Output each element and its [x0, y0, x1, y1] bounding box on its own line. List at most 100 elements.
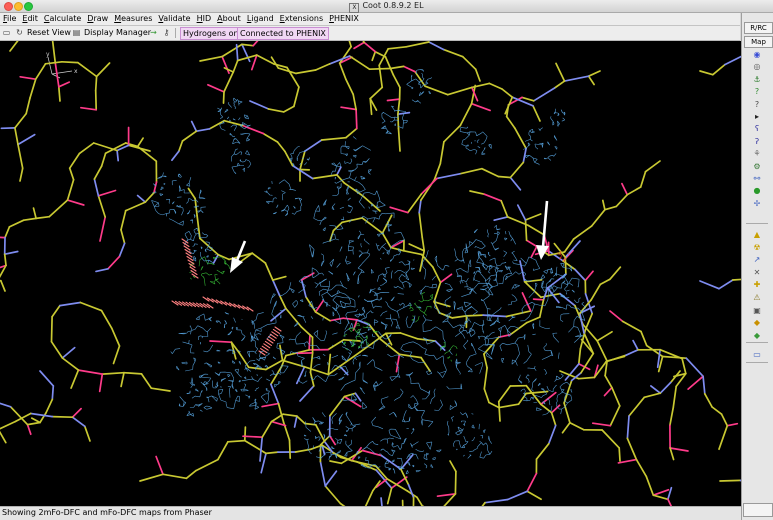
mesh-lines: [446, 412, 493, 459]
molecule-scene[interactable]: y x: [0, 41, 741, 506]
bond: [590, 283, 602, 301]
graphics-viewport[interactable]: y x: [0, 41, 741, 506]
toolbar-scroll-button[interactable]: [743, 503, 773, 517]
bond: [661, 355, 688, 360]
mesh-lines: [523, 127, 558, 166]
bond: [497, 175, 512, 179]
bond: [650, 385, 662, 395]
bond: [208, 119, 226, 130]
side-chain-icon[interactable]: ʕ: [752, 124, 762, 133]
bond: [526, 472, 538, 493]
bond: [249, 100, 270, 110]
add-alt-conf-icon[interactable]: ✚: [752, 280, 762, 289]
bond: [380, 497, 383, 506]
bond: [35, 215, 51, 220]
key-icon[interactable]: ⚷: [162, 28, 171, 37]
bond: [718, 424, 729, 451]
bond: [61, 60, 79, 64]
bond: [355, 108, 358, 130]
bond: [497, 385, 512, 403]
crosshair-icon[interactable]: ✕: [752, 268, 762, 277]
flip-peptide-icon[interactable]: ▸: [752, 112, 762, 121]
bond: [572, 225, 593, 240]
bond: [262, 132, 279, 143]
bond: [599, 278, 611, 286]
density-blob-2fofc: [550, 108, 566, 127]
auto-fit-rotamer-icon[interactable]: ?: [752, 100, 762, 109]
ligand-tools-icon[interactable]: ⇝: [149, 28, 158, 37]
regularize-icon[interactable]: ◎: [752, 62, 762, 71]
rotamer-icon[interactable]: ?: [752, 87, 762, 96]
bond: [639, 170, 647, 188]
redo-icon[interactable]: ◆: [752, 331, 762, 340]
bond: [516, 204, 527, 221]
refine-icon[interactable]: ◉: [752, 50, 762, 59]
bond: [505, 115, 516, 129]
measure-distance-icon[interactable]: ↗: [752, 255, 762, 264]
mesh-lines: [330, 136, 372, 195]
mesh-lines: [409, 292, 434, 323]
menu-measures[interactable]: Measures: [111, 13, 155, 25]
menu-validate[interactable]: Validate: [155, 13, 193, 25]
bond: [223, 71, 235, 93]
bond: [241, 124, 265, 135]
menu-phenix[interactable]: PHENIX: [326, 13, 362, 25]
baton-icon[interactable]: ▲: [752, 230, 762, 239]
status-message: Showing 2mFo-DFC and mFo-DFC maps from P…: [2, 508, 212, 517]
rrc-button[interactable]: R/RC: [744, 22, 773, 34]
rigid-body-icon[interactable]: ⚓: [752, 75, 762, 84]
bond: [584, 270, 594, 282]
bond: [402, 249, 423, 256]
open-folder-icon[interactable]: ▭: [2, 28, 11, 37]
bond: [76, 61, 98, 78]
bond: [327, 365, 341, 376]
edit-chi-icon[interactable]: ⚙: [752, 162, 762, 171]
phenix-connection-status[interactable]: Connected to PHENIX: [237, 27, 329, 40]
menu-about[interactable]: About: [214, 13, 244, 25]
rotate-translate-icon[interactable]: ✢: [752, 199, 762, 208]
menu-hid[interactable]: HID: [194, 13, 215, 25]
bond: [720, 413, 729, 427]
menu-file[interactable]: File: [0, 13, 19, 25]
density-blob-2fofc: [356, 437, 442, 475]
mesh-lines: [170, 312, 266, 389]
menu-draw[interactable]: Draw: [84, 13, 111, 25]
label-icon[interactable]: ⚠: [752, 293, 762, 302]
display-manager-button[interactable]: Display Manager: [84, 27, 151, 39]
hydrogen-atoms: [171, 238, 282, 356]
bond: [521, 96, 535, 102]
reset-view-button[interactable]: Reset View: [27, 27, 71, 39]
menu-extensions[interactable]: Extensions: [277, 13, 326, 25]
hydrogens-status[interactable]: Hydrogens on: [180, 27, 242, 40]
bond: [669, 447, 675, 461]
bond: [436, 172, 461, 180]
bond: [221, 55, 230, 75]
bond: [181, 130, 198, 142]
bond: [342, 338, 361, 342]
density-blob-2fofc: [381, 105, 408, 135]
radiation-icon[interactable]: ☢: [752, 243, 762, 252]
map-button[interactable]: Map: [744, 36, 773, 48]
mutate-icon[interactable]: ʔ: [752, 137, 762, 146]
menu-ligand[interactable]: Ligand: [244, 13, 277, 25]
add-water-icon[interactable]: ●: [752, 186, 762, 195]
bond: [469, 190, 486, 196]
bond: [288, 439, 292, 459]
bond: [150, 387, 171, 392]
bond: [380, 454, 402, 471]
undo-icon[interactable]: ◆: [752, 318, 762, 327]
torsion-icon[interactable]: ⚯: [752, 174, 762, 183]
bond: [120, 228, 126, 245]
bond: [320, 136, 347, 141]
bond: [314, 299, 324, 313]
menu-calculate[interactable]: Calculate: [41, 13, 84, 25]
screen-icon[interactable]: ▭: [752, 350, 762, 359]
delete-icon[interactable]: ▣: [752, 306, 762, 315]
bond: [97, 189, 117, 197]
add-atom-icon[interactable]: ⚘: [752, 149, 762, 158]
menu-edit[interactable]: Edit: [19, 13, 41, 25]
bond: [604, 205, 618, 211]
bond: [17, 133, 36, 146]
bond: [277, 402, 285, 424]
bond: [344, 78, 355, 96]
